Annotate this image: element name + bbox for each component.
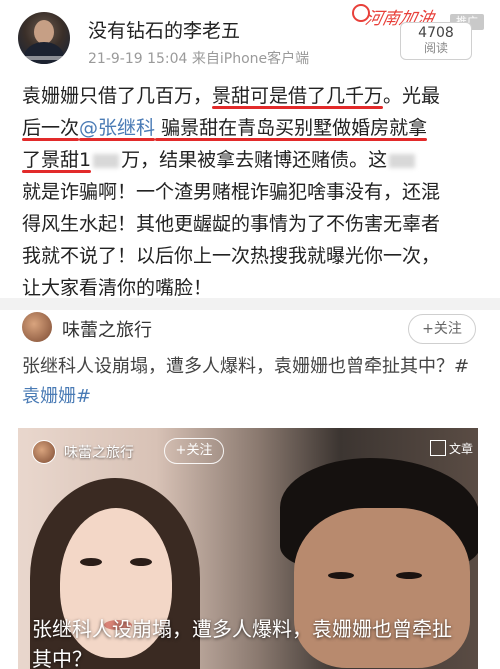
- woman-eye: [130, 558, 152, 566]
- repost-text: 张继科人设崩塌，遭多人爆料，袁姗姗也曾牵扯其中？# 袁姗姗#: [22, 352, 482, 412]
- text-segment: 万，结果被拿去赌博还赌债。这: [121, 149, 388, 171]
- video-author-avatar[interactable]: [32, 440, 56, 464]
- underlined-text: 骗景甜在青岛买别墅做婚房就拿: [155, 117, 428, 139]
- man-eye: [396, 572, 422, 579]
- user-avatar[interactable]: [18, 12, 70, 64]
- read-count-box: 4708 阅读: [400, 22, 472, 60]
- underlined-text: 景甜可是借了几千万: [212, 85, 384, 107]
- post-line: 就是诈骗啊！一个渣男赌棍诈骗犯啥事没有，还混: [22, 181, 441, 203]
- video-card[interactable]: 味蕾之旅行 +关注 文章 张继科人设崩塌，遭多人爆料，袁姗姗也曾牵扯 其中？: [18, 428, 478, 669]
- woman-eye: [80, 558, 102, 566]
- post-header: 没有钻石的李老五 21-9-19 15:04 来自iPhone客户端 河南加油 …: [0, 0, 500, 68]
- man-eye: [328, 572, 354, 579]
- article-tag: 文章: [430, 440, 473, 457]
- underlined-text: 后一次: [22, 117, 80, 139]
- video-author-name[interactable]: 味蕾之旅行: [64, 442, 134, 462]
- post-line: 后一次@张继科 骗景甜在青岛买别墅做婚房就拿: [22, 112, 492, 144]
- avatar-face: [34, 20, 54, 44]
- video-top-bar: 味蕾之旅行 +关注 文章: [18, 428, 478, 468]
- post-line: 了景甜1 万，结果被拿去赌博还赌债。这: [22, 144, 492, 176]
- repost-header: 味蕾之旅行 +关注: [0, 310, 500, 350]
- hashtag-link[interactable]: 袁姗姗#: [22, 386, 91, 407]
- avatar-caption-strip: [22, 56, 66, 60]
- repost-headline: 张继科人设崩塌，遭多人爆料，袁姗姗也曾牵扯其中？#: [22, 356, 470, 377]
- video-follow-button[interactable]: +关注: [164, 438, 224, 464]
- video-title: 张继科人设崩塌，遭多人爆料，袁姗姗也曾牵扯 其中？: [32, 614, 472, 669]
- text-segment: 袁姗姗只借了几百万，: [22, 85, 213, 107]
- read-count: 4708: [418, 25, 454, 41]
- read-label: 阅读: [423, 41, 448, 55]
- post-line: 我就不说了！以后你上一次热搜我就曝光你一次，: [22, 245, 441, 267]
- user-mention-link[interactable]: @张继科: [79, 117, 155, 139]
- blurred-redaction: [93, 153, 120, 168]
- repost-username[interactable]: 味蕾之旅行: [62, 316, 152, 342]
- text-segment: 。光最: [383, 85, 441, 107]
- repost-avatar[interactable]: [22, 312, 52, 342]
- blurred-redaction: [389, 153, 416, 168]
- section-divider: [0, 298, 500, 310]
- username[interactable]: 没有钻石的李老五: [88, 16, 240, 43]
- underlined-text: 了景甜1: [22, 149, 92, 171]
- post-body: 袁姗姗只借了几百万，景甜可是借了几千万。光最 后一次@张继科 骗景甜在青岛买别墅…: [22, 80, 492, 304]
- post-line: 得风生水起！其他更龌龊的事情为了不伤害无辜者: [22, 213, 441, 235]
- follow-button[interactable]: +关注: [408, 314, 476, 344]
- avatar-suit: [24, 42, 64, 64]
- video-title-line: 其中？: [32, 647, 92, 669]
- post-line: 袁姗姗只借了几百万，景甜可是借了几千万。光最: [22, 80, 492, 112]
- video-title-line: 张继科人设崩塌，遭多人爆料，袁姗姗也曾牵扯: [32, 617, 452, 641]
- article-label: 文章: [449, 442, 474, 456]
- post-meta: 21-9-19 15:04 来自iPhone客户端: [88, 51, 310, 67]
- article-icon: [430, 440, 446, 456]
